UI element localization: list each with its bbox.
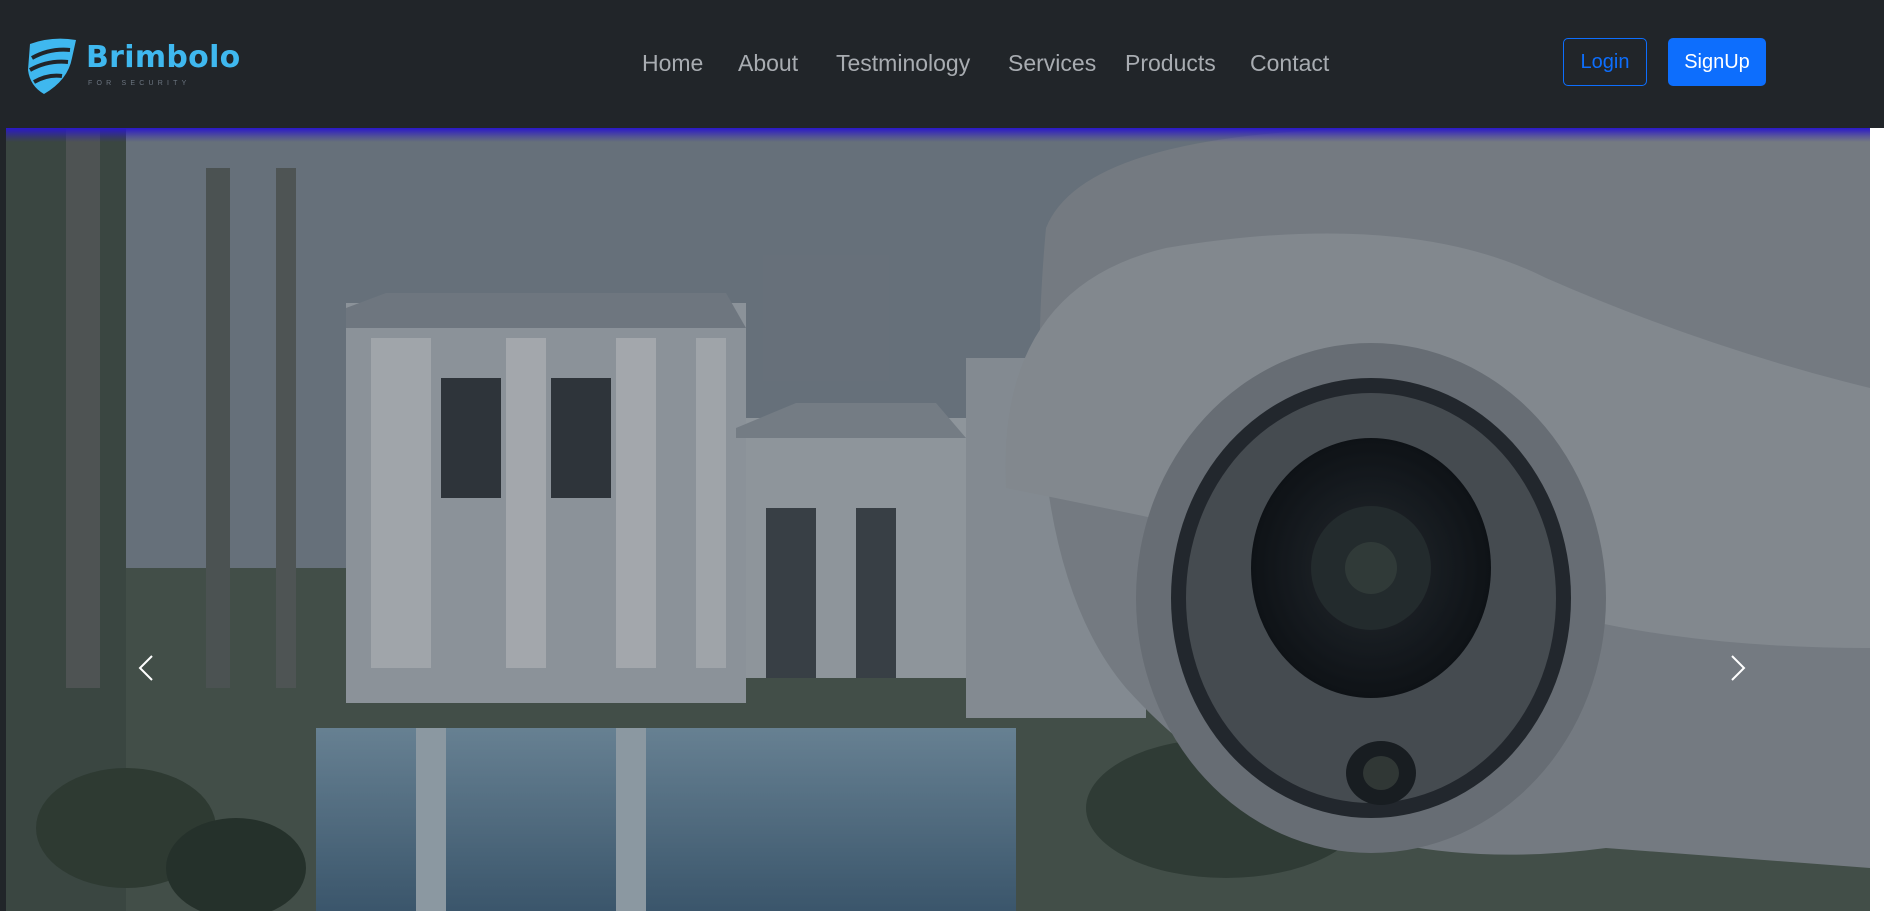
hero-carousel [6, 128, 1870, 911]
signup-button[interactable]: SignUp [1668, 38, 1766, 86]
carousel-next-button[interactable] [1718, 648, 1758, 688]
carousel-prev-button[interactable] [126, 648, 166, 688]
hero-overlay [6, 128, 1870, 911]
nav-link-about[interactable]: About [738, 48, 798, 78]
brand-tagline: FOR SECURITY [88, 80, 191, 87]
nav-link-contact[interactable]: Contact [1250, 48, 1329, 78]
navbar: Brimbolo FOR SECURITY Home About Testmin… [0, 0, 1884, 128]
chevron-right-icon [1731, 655, 1746, 681]
login-button[interactable]: Login [1563, 38, 1647, 86]
nav-link-services[interactable]: Services [1008, 48, 1096, 78]
page-gutter [1870, 128, 1884, 911]
chevron-left-icon [138, 655, 153, 681]
hero-top-border [6, 128, 1870, 142]
nav-link-home[interactable]: Home [642, 48, 703, 78]
nav-link-testminology[interactable]: Testminology [836, 48, 970, 78]
nav-link-products[interactable]: Products [1125, 48, 1216, 78]
